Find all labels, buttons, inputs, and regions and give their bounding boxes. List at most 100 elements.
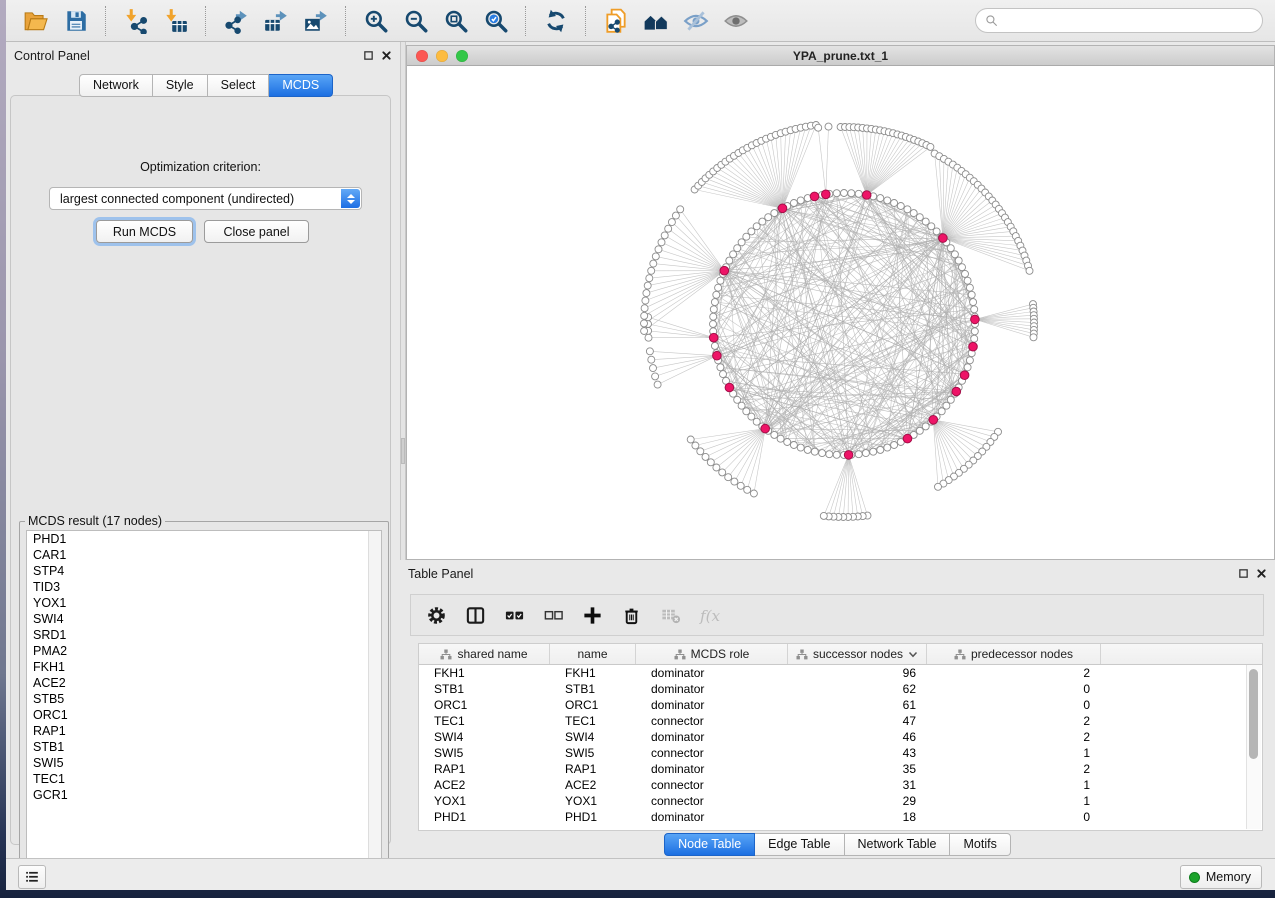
table-cell[interactable]: connector <box>636 713 788 729</box>
table-cell[interactable]: ORC1 <box>419 697 550 713</box>
mcds-node-item[interactable]: TID3 <box>27 579 381 595</box>
table-cell[interactable]: SWI4 <box>419 729 550 745</box>
first-neighbors-icon[interactable] <box>639 5 673 37</box>
network-window-titlebar[interactable]: YPA_prune.txt_1 <box>407 46 1274 66</box>
mcds-node-item[interactable]: SWI5 <box>27 755 381 771</box>
table-cell[interactable]: PHD1 <box>550 809 636 825</box>
table-cell[interactable]: 2 <box>927 665 1101 681</box>
search-input[interactable] <box>975 8 1263 33</box>
show-columns-icon[interactable] <box>462 602 488 628</box>
dropdown-stepper-icon[interactable] <box>341 189 360 208</box>
refresh-icon[interactable] <box>539 5 573 37</box>
table-cell[interactable]: 96 <box>788 665 927 681</box>
table-row[interactable]: FKH1FKH1dominator962 <box>419 665 1262 681</box>
export-network-icon[interactable] <box>219 5 253 37</box>
export-image-icon[interactable] <box>299 5 333 37</box>
deselect-all-icon[interactable] <box>540 602 566 628</box>
table-cell[interactable]: dominator <box>636 665 788 681</box>
table-cell[interactable]: FKH1 <box>550 665 636 681</box>
table-cell[interactable]: 47 <box>788 713 927 729</box>
table-cell[interactable]: 0 <box>927 681 1101 697</box>
close-panel-icon[interactable] <box>1256 568 1267 579</box>
table-cell[interactable]: 2 <box>927 729 1101 745</box>
table-mode-icon[interactable] <box>423 602 449 628</box>
table-cell[interactable]: PHD1 <box>419 809 550 825</box>
table-row[interactable]: ACE2ACE2connector311 <box>419 777 1262 793</box>
mcds-list-scrollbar[interactable] <box>368 531 381 874</box>
export-table-icon[interactable] <box>259 5 293 37</box>
search-field[interactable] <box>1004 13 1253 29</box>
table-cell[interactable]: 0 <box>927 809 1101 825</box>
table-cell[interactable]: 1 <box>927 793 1101 809</box>
table-cell[interactable]: FKH1 <box>419 665 550 681</box>
table-row[interactable]: PHD1PHD1dominator180 <box>419 809 1262 825</box>
tab-network-table[interactable]: Network Table <box>845 833 951 856</box>
mcds-node-item[interactable]: STP4 <box>27 563 381 579</box>
table-cell[interactable]: 0 <box>927 697 1101 713</box>
table-cell[interactable]: 1 <box>927 745 1101 761</box>
table-cell[interactable]: dominator <box>636 761 788 777</box>
open-file-icon[interactable] <box>19 5 53 37</box>
table-row[interactable]: RAP1RAP1dominator352 <box>419 761 1262 777</box>
table-row[interactable]: SWI5SWI5connector431 <box>419 745 1262 761</box>
add-column-icon[interactable] <box>579 602 605 628</box>
close-panel-button[interactable]: Close panel <box>204 220 309 243</box>
table-cell[interactable]: dominator <box>636 681 788 697</box>
select-all-icon[interactable] <box>501 602 527 628</box>
splitter-grip[interactable] <box>401 438 405 464</box>
table-row[interactable]: ORC1ORC1dominator610 <box>419 697 1262 713</box>
delete-column-icon[interactable] <box>618 602 644 628</box>
table-cell[interactable]: 43 <box>788 745 927 761</box>
column-header-shared-name[interactable]: shared name <box>419 644 550 664</box>
table-row[interactable]: STB1STB1dominator620 <box>419 681 1262 697</box>
table-cell[interactable]: connector <box>636 777 788 793</box>
mcds-node-item[interactable]: ACE2 <box>27 675 381 691</box>
table-cell[interactable]: YOX1 <box>550 793 636 809</box>
mcds-node-item[interactable]: YOX1 <box>27 595 381 611</box>
import-network-icon[interactable] <box>119 5 153 37</box>
table-cell[interactable]: dominator <box>636 809 788 825</box>
table-cell[interactable]: RAP1 <box>419 761 550 777</box>
table-cell[interactable]: 61 <box>788 697 927 713</box>
mcds-node-item[interactable]: TEC1 <box>27 771 381 787</box>
table-cell[interactable]: RAP1 <box>550 761 636 777</box>
table-cell[interactable]: connector <box>636 745 788 761</box>
mcds-node-item[interactable]: PHD1 <box>27 531 381 547</box>
table-cell[interactable]: dominator <box>636 697 788 713</box>
table-cell[interactable]: 1 <box>927 777 1101 793</box>
criterion-dropdown[interactable]: largest connected component (undirected) <box>49 187 362 210</box>
run-mcds-button[interactable]: Run MCDS <box>96 220 193 243</box>
hide-selected-icon[interactable] <box>679 5 713 37</box>
tab-edge-table[interactable]: Edge Table <box>755 833 844 856</box>
tab-network[interactable]: Network <box>79 74 153 97</box>
table-cell[interactable]: TEC1 <box>419 713 550 729</box>
mcds-result-list[interactable]: PHD1CAR1STP4TID3YOX1SWI4SRD1PMA2FKH1ACE2… <box>26 530 382 875</box>
network-canvas[interactable] <box>407 66 1274 559</box>
table-row[interactable]: TEC1TEC1connector472 <box>419 713 1262 729</box>
task-history-button[interactable] <box>18 865 46 889</box>
table-cell[interactable]: 31 <box>788 777 927 793</box>
mcds-node-item[interactable]: STB1 <box>27 739 381 755</box>
import-table-icon[interactable] <box>159 5 193 37</box>
table-cell[interactable]: SWI5 <box>550 745 636 761</box>
zoom-in-icon[interactable] <box>359 5 393 37</box>
table-cell[interactable]: 62 <box>788 681 927 697</box>
show-all-icon[interactable] <box>719 5 753 37</box>
zoom-fit-icon[interactable] <box>439 5 473 37</box>
float-panel-icon[interactable] <box>1238 568 1249 579</box>
mcds-node-item[interactable]: GCR1 <box>27 787 381 803</box>
table-cell[interactable]: 46 <box>788 729 927 745</box>
close-panel-icon[interactable] <box>381 50 392 61</box>
mcds-node-item[interactable]: RAP1 <box>27 723 381 739</box>
table-cell[interactable]: connector <box>636 793 788 809</box>
table-cell[interactable]: 2 <box>927 761 1101 777</box>
table-cell[interactable]: STB1 <box>419 681 550 697</box>
mcds-node-item[interactable]: ORC1 <box>27 707 381 723</box>
save-session-icon[interactable] <box>59 5 93 37</box>
table-cell[interactable]: 2 <box>927 713 1101 729</box>
table-cell[interactable]: YOX1 <box>419 793 550 809</box>
column-header-predecessor-nodes[interactable]: predecessor nodes <box>927 644 1101 664</box>
zoom-out-icon[interactable] <box>399 5 433 37</box>
tab-node-table[interactable]: Node Table <box>664 833 755 856</box>
tab-motifs[interactable]: Motifs <box>950 833 1010 856</box>
